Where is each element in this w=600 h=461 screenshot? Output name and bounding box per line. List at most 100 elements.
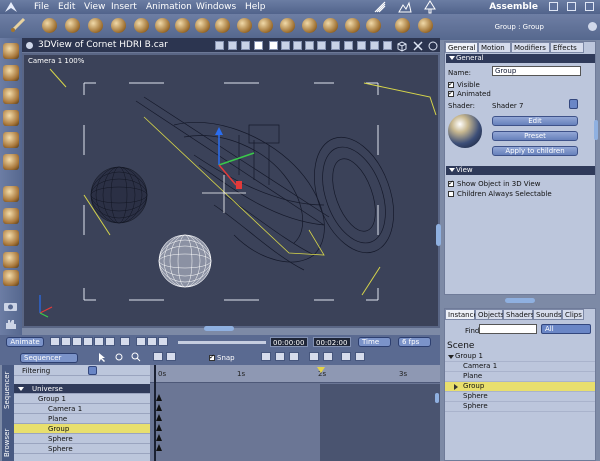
- prev-key-button[interactable]: [136, 337, 146, 346]
- viewport-resize-handle[interactable]: [204, 326, 234, 331]
- menu-help[interactable]: Help: [245, 2, 266, 12]
- tab-browser[interactable]: Browser: [3, 429, 11, 457]
- end-time-field[interactable]: 00:02:00: [313, 337, 351, 347]
- menu-file[interactable]: File: [34, 2, 49, 12]
- viewport-side-handle[interactable]: [436, 224, 441, 246]
- keyframe-marker[interactable]: [156, 444, 162, 451]
- hand-icon[interactable]: [258, 18, 273, 33]
- light-icon[interactable]: [280, 18, 295, 33]
- spot-light-icon[interactable]: [302, 18, 317, 33]
- sun-light-icon[interactable]: [366, 18, 381, 33]
- scene-row-sphere-2[interactable]: Sphere: [445, 402, 595, 412]
- three-view-icon[interactable]: [305, 41, 314, 50]
- single-view-icon[interactable]: [269, 41, 278, 50]
- keyframe-marker[interactable]: [156, 404, 162, 411]
- four-view-icon[interactable]: [293, 41, 302, 50]
- bulb-light-icon[interactable]: [323, 18, 338, 33]
- find-input[interactable]: [479, 324, 537, 334]
- tab-general[interactable]: General: [445, 42, 478, 53]
- target-icon[interactable]: [395, 18, 410, 33]
- animate-toggle[interactable]: Animate: [6, 337, 44, 347]
- shader-preview-sphere[interactable]: [448, 114, 482, 148]
- interp-ease-button[interactable]: [275, 352, 285, 361]
- camera-pan-icon[interactable]: [228, 41, 237, 50]
- camera-rotate-icon[interactable]: [241, 41, 250, 50]
- tab-modifiers[interactable]: Modifiers: [511, 42, 550, 53]
- go-to-start-button[interactable]: [50, 337, 60, 346]
- move-tool-icon[interactable]: [3, 65, 19, 81]
- tension-in-button[interactable]: [309, 352, 319, 361]
- loop-button[interactable]: [120, 337, 130, 346]
- box-mode-icon[interactable]: [383, 41, 392, 50]
- tab-motion[interactable]: Motion: [478, 42, 511, 53]
- twist-tool-icon[interactable]: [3, 110, 19, 126]
- keyframe-marker[interactable]: [156, 424, 162, 431]
- end-time-marker[interactable]: [317, 367, 325, 373]
- close-button[interactable]: [585, 2, 594, 11]
- current-time-field[interactable]: 00:00:00: [270, 337, 308, 347]
- menu-windows[interactable]: Windows: [196, 2, 236, 12]
- animated-checkbox[interactable]: [448, 89, 454, 97]
- tab-clips[interactable]: Clips: [562, 309, 584, 320]
- next-key-button[interactable]: [158, 337, 168, 346]
- plane-primitive-icon[interactable]: [155, 18, 170, 33]
- terrain-icon[interactable]: [237, 18, 252, 33]
- pan-camera-icon[interactable]: [3, 208, 19, 224]
- menu-edit[interactable]: Edit: [58, 2, 75, 12]
- fps-select[interactable]: 6 fps: [398, 337, 431, 347]
- panel-resize-handle[interactable]: [505, 298, 535, 303]
- scene-row-sphere[interactable]: Sphere: [445, 392, 595, 402]
- view-section-header[interactable]: View: [446, 166, 595, 175]
- filter-select[interactable]: All: [541, 324, 591, 334]
- time-slider[interactable]: [178, 341, 266, 344]
- scene-row-plane[interactable]: Plane: [445, 372, 595, 382]
- preview-render-icon[interactable]: [331, 41, 340, 50]
- tab-sounds[interactable]: Sounds: [533, 309, 562, 320]
- sphere-primitive-icon[interactable]: [88, 18, 103, 33]
- scene-row-camera1[interactable]: Camera 1: [445, 362, 595, 372]
- dropper-tool-icon[interactable]: [3, 132, 19, 148]
- repeat-key-button[interactable]: [355, 352, 365, 361]
- room-tree-icon[interactable]: [423, 0, 437, 14]
- interp-smooth-button[interactable]: [289, 352, 299, 361]
- seq-row-group[interactable]: Group: [14, 424, 150, 434]
- seq-row-sphere[interactable]: Sphere: [14, 434, 150, 444]
- move-camera-icon[interactable]: [3, 186, 19, 202]
- keyframe-marker[interactable]: [156, 434, 162, 441]
- seq-row-universe[interactable]: Universe: [14, 384, 150, 394]
- filtering-dropdown-icon[interactable]: [88, 366, 97, 375]
- camera-options-icon[interactable]: [215, 41, 224, 50]
- loop-key-button[interactable]: [341, 352, 351, 361]
- menu-animation[interactable]: Animation: [146, 2, 192, 12]
- next-frame-button[interactable]: [94, 337, 104, 346]
- 3d-viewport[interactable]: Camera 1 100%: [22, 53, 440, 331]
- keyframe-marker[interactable]: [156, 394, 162, 401]
- seq-row-camera1[interactable]: Camera 1: [14, 404, 150, 414]
- go-to-end-button[interactable]: [105, 337, 115, 346]
- sequencer-mode-select[interactable]: Sequencer: [20, 353, 78, 363]
- viewport-close-icon[interactable]: [412, 40, 424, 52]
- properties-options-icon[interactable]: [588, 22, 597, 31]
- minimize-button[interactable]: [549, 2, 558, 11]
- track-camera-icon[interactable]: [3, 252, 19, 268]
- paint-tool-icon[interactable]: [3, 154, 19, 170]
- show-object-checkbox[interactable]: [448, 179, 454, 187]
- grab-hand-icon[interactable]: [3, 318, 19, 330]
- play-back-button[interactable]: [72, 337, 82, 346]
- text-primitive-icon[interactable]: [195, 18, 210, 33]
- scene-row-group1[interactable]: Group 1: [445, 352, 595, 362]
- textured-icon[interactable]: [370, 41, 379, 50]
- viewport-options-icon[interactable]: [427, 40, 439, 52]
- orbit-camera-icon[interactable]: [3, 270, 19, 286]
- fit-selection-button[interactable]: [166, 352, 176, 361]
- fit-view-button[interactable]: [153, 352, 163, 361]
- cube-view-icon[interactable]: [396, 40, 408, 52]
- camera-cross-icon[interactable]: [254, 41, 263, 50]
- infinite-plane-icon[interactable]: [215, 18, 230, 33]
- keyframe-marker[interactable]: [156, 414, 162, 421]
- visible-checkbox[interactable]: [448, 80, 454, 88]
- apply-to-children-button[interactable]: Apply to children: [492, 146, 578, 156]
- rotate-tool-icon[interactable]: [3, 88, 19, 104]
- edit-shader-button[interactable]: Edit: [492, 116, 578, 126]
- general-section-header[interactable]: General: [446, 54, 595, 63]
